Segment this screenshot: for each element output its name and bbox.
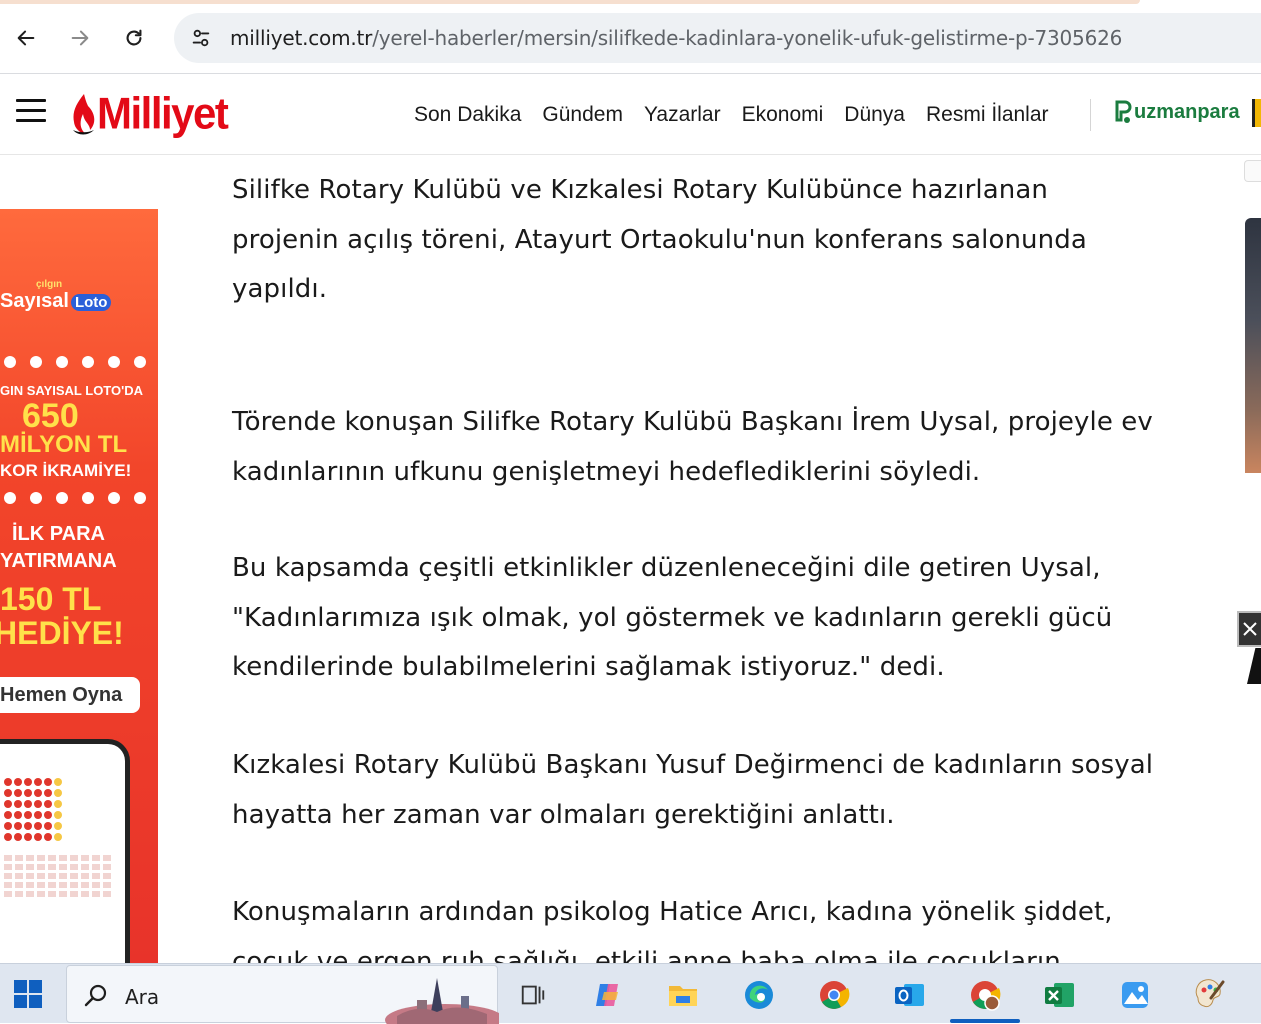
address-bar[interactable]: milliyet.com.tr/yerel-haberler/mersin/si… xyxy=(174,13,1261,63)
main-nav: Son Dakika Gündem Yazarlar Ekonomi Dünya… xyxy=(414,103,1070,127)
ad-line-6: YATIRMANA xyxy=(0,550,117,572)
site-header: Milliyet Son Dakika Gündem Yazarlar Ekon… xyxy=(0,75,1261,155)
nav-yazarlar[interactable]: Yazarlar xyxy=(644,103,721,127)
photos-icon[interactable] xyxy=(1116,976,1154,1014)
edge-icon[interactable] xyxy=(740,976,778,1014)
url-text: milliyet.com.tr/yerel-haberler/mersin/si… xyxy=(230,26,1122,50)
copilot-icon[interactable] xyxy=(590,976,628,1014)
search-icon xyxy=(84,984,107,1007)
nav-dunya[interactable]: Dünya xyxy=(844,103,905,127)
tune-icon xyxy=(192,29,210,47)
article-paragraph-4: Kızkalesi Rotary Kulübü Başkanı Yusuf De… xyxy=(232,750,1154,830)
logo-text: Milliyet xyxy=(97,88,229,139)
header-partner-edge[interactable] xyxy=(1252,99,1261,127)
ad-brand-main: Sayısal xyxy=(0,290,69,312)
windows-taskbar: Ara xyxy=(0,963,1261,1024)
close-icon xyxy=(1243,622,1257,636)
ad-brand-badge: Loto xyxy=(70,294,112,311)
hamburger-icon xyxy=(16,99,46,102)
url-path: /yerel-haberler/mersin/silifkede-kadinla… xyxy=(372,26,1123,50)
ad-line-7: 150 TL xyxy=(0,581,102,617)
browser-toolbar: milliyet.com.tr/yerel-haberler/mersin/si… xyxy=(0,0,1261,74)
ad-brand-small: çılgın xyxy=(36,279,63,290)
ad-line-3: MİLYON TL xyxy=(0,431,128,458)
ad-dots-top xyxy=(4,356,146,370)
hamburger-bar xyxy=(16,109,46,112)
ad-close-button[interactable] xyxy=(1237,611,1261,647)
search-highlight-art xyxy=(385,978,499,1024)
uzmanpara-icon xyxy=(1115,100,1132,123)
article-paragraph-1: Silifke Rotary Kulübü ve Kızkalesi Rotar… xyxy=(232,175,1087,304)
ad-dots-bottom xyxy=(4,492,146,506)
taskbar-search[interactable]: Ara xyxy=(66,965,499,1024)
active-app-indicator xyxy=(950,1019,1020,1023)
ad-line-4: KOR İKRAMİYE! xyxy=(0,461,132,480)
chrome-icon[interactable] xyxy=(815,976,853,1014)
uzmanpara-logo[interactable]: uzmanpara xyxy=(1114,99,1240,125)
back-button[interactable] xyxy=(8,20,44,56)
reload-button[interactable] xyxy=(116,20,152,56)
ad-phone-balls xyxy=(4,778,119,841)
chrome-profile-icon[interactable] xyxy=(966,976,1004,1014)
nav-ekonomi[interactable]: Ekonomi xyxy=(742,103,824,127)
windows-pane xyxy=(14,995,27,1008)
paint-icon[interactable] xyxy=(1191,976,1229,1014)
nav-gundem[interactable]: Gündem xyxy=(542,103,623,127)
windows-icon xyxy=(14,980,27,993)
menu-button[interactable] xyxy=(16,99,46,123)
flame-icon xyxy=(73,94,95,135)
ad-play-button[interactable]: Hemen Oyna xyxy=(0,677,140,713)
windows-pane xyxy=(29,980,42,993)
ad-phone-grid xyxy=(4,855,119,897)
left-ad-banner[interactable]: çılgın Sayısal Loto GIN SAYISAL LOTO'DA 6… xyxy=(0,209,158,963)
outlook-icon[interactable] xyxy=(890,976,928,1014)
article-paragraph-3: Bu kapsamda çeşitli etkinlikler düzenlen… xyxy=(232,553,1113,682)
task-view-icon[interactable] xyxy=(514,976,552,1014)
right-ad-tab[interactable] xyxy=(1244,160,1261,182)
arrow-right-icon xyxy=(71,30,89,46)
milliyet-logo[interactable]: Milliyet xyxy=(70,88,229,139)
excel-icon[interactable] xyxy=(1040,976,1078,1014)
ad-line-1: GIN SAYISAL LOTO'DA xyxy=(0,383,143,398)
ad-line-5: İLK PARA xyxy=(12,523,105,545)
article-paragraph-2: Törende konuşan Silifke Rotary Kulübü Ba… xyxy=(232,407,1153,487)
nav-resmi-ilanlar[interactable]: Resmi İlanlar xyxy=(926,103,1049,127)
arrow-left-icon xyxy=(17,30,35,46)
ad-phone-illustration xyxy=(0,739,130,963)
forward-button[interactable] xyxy=(62,20,98,56)
ad-line-8: HEDİYE! xyxy=(0,615,124,651)
right-ad-fragment xyxy=(1247,648,1261,684)
site-info-button[interactable] xyxy=(186,23,216,53)
search-placeholder: Ara xyxy=(125,985,160,1009)
start-button[interactable] xyxy=(14,980,42,1008)
active-tab-edge xyxy=(0,0,1140,4)
nav-son-dakika[interactable]: Son Dakika xyxy=(414,103,521,127)
windows-pane xyxy=(29,995,42,1008)
ad-brand: çılgın Sayısal Loto xyxy=(0,279,112,313)
hamburger-bar xyxy=(16,119,46,122)
right-ad-banner[interactable] xyxy=(1245,218,1261,473)
file-explorer-icon[interactable] xyxy=(664,976,702,1014)
reload-icon xyxy=(126,29,142,46)
nav-divider xyxy=(1090,99,1091,131)
url-domain: milliyet.com.tr xyxy=(230,26,373,50)
uzmanpara-text: uzmanpara xyxy=(1134,100,1240,123)
